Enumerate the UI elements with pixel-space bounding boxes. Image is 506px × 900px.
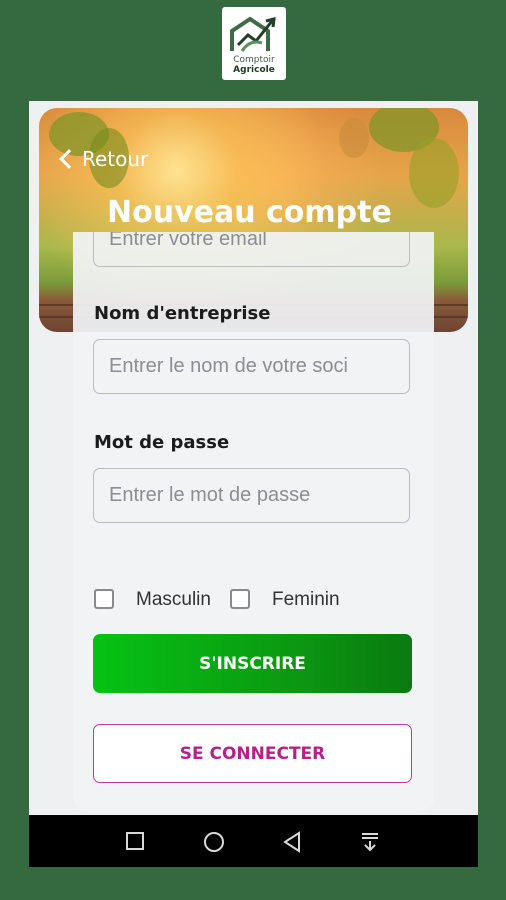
- masculin-checkbox[interactable]: [94, 589, 114, 609]
- company-label: Nom d'entreprise: [94, 303, 271, 324]
- page-title: Nouveau compte: [107, 195, 392, 230]
- company-field[interactable]: [93, 339, 410, 394]
- circle-home-icon[interactable]: [203, 831, 225, 853]
- login-button[interactable]: SE CONNECTER: [93, 724, 412, 783]
- back-button[interactable]: Retour: [58, 146, 148, 172]
- app-logo: Comptoir Agricole: [222, 7, 286, 80]
- triangle-back-icon[interactable]: [282, 831, 302, 853]
- password-field[interactable]: [93, 468, 410, 523]
- signup-form-card: Nom d'entreprise Mot de passe Masculin F…: [73, 232, 434, 812]
- logo-house-icon: [230, 16, 276, 52]
- logo-text-line2: Agricole: [233, 65, 275, 75]
- chevron-left-icon: [59, 149, 79, 169]
- signup-button[interactable]: S'INSCRIRE: [93, 634, 412, 693]
- back-label: Retour: [82, 147, 149, 171]
- android-nav-bar: [29, 815, 478, 867]
- email-field[interactable]: [93, 232, 410, 267]
- notification-tray-icon[interactable]: [360, 831, 380, 853]
- masculin-label: Masculin: [136, 589, 211, 610]
- feminin-label: Feminin: [272, 589, 340, 610]
- feminin-checkbox[interactable]: [230, 589, 250, 609]
- password-label: Mot de passe: [94, 432, 230, 453]
- square-recents-icon[interactable]: [125, 831, 145, 851]
- logo-text-line1: Comptoir: [233, 55, 275, 65]
